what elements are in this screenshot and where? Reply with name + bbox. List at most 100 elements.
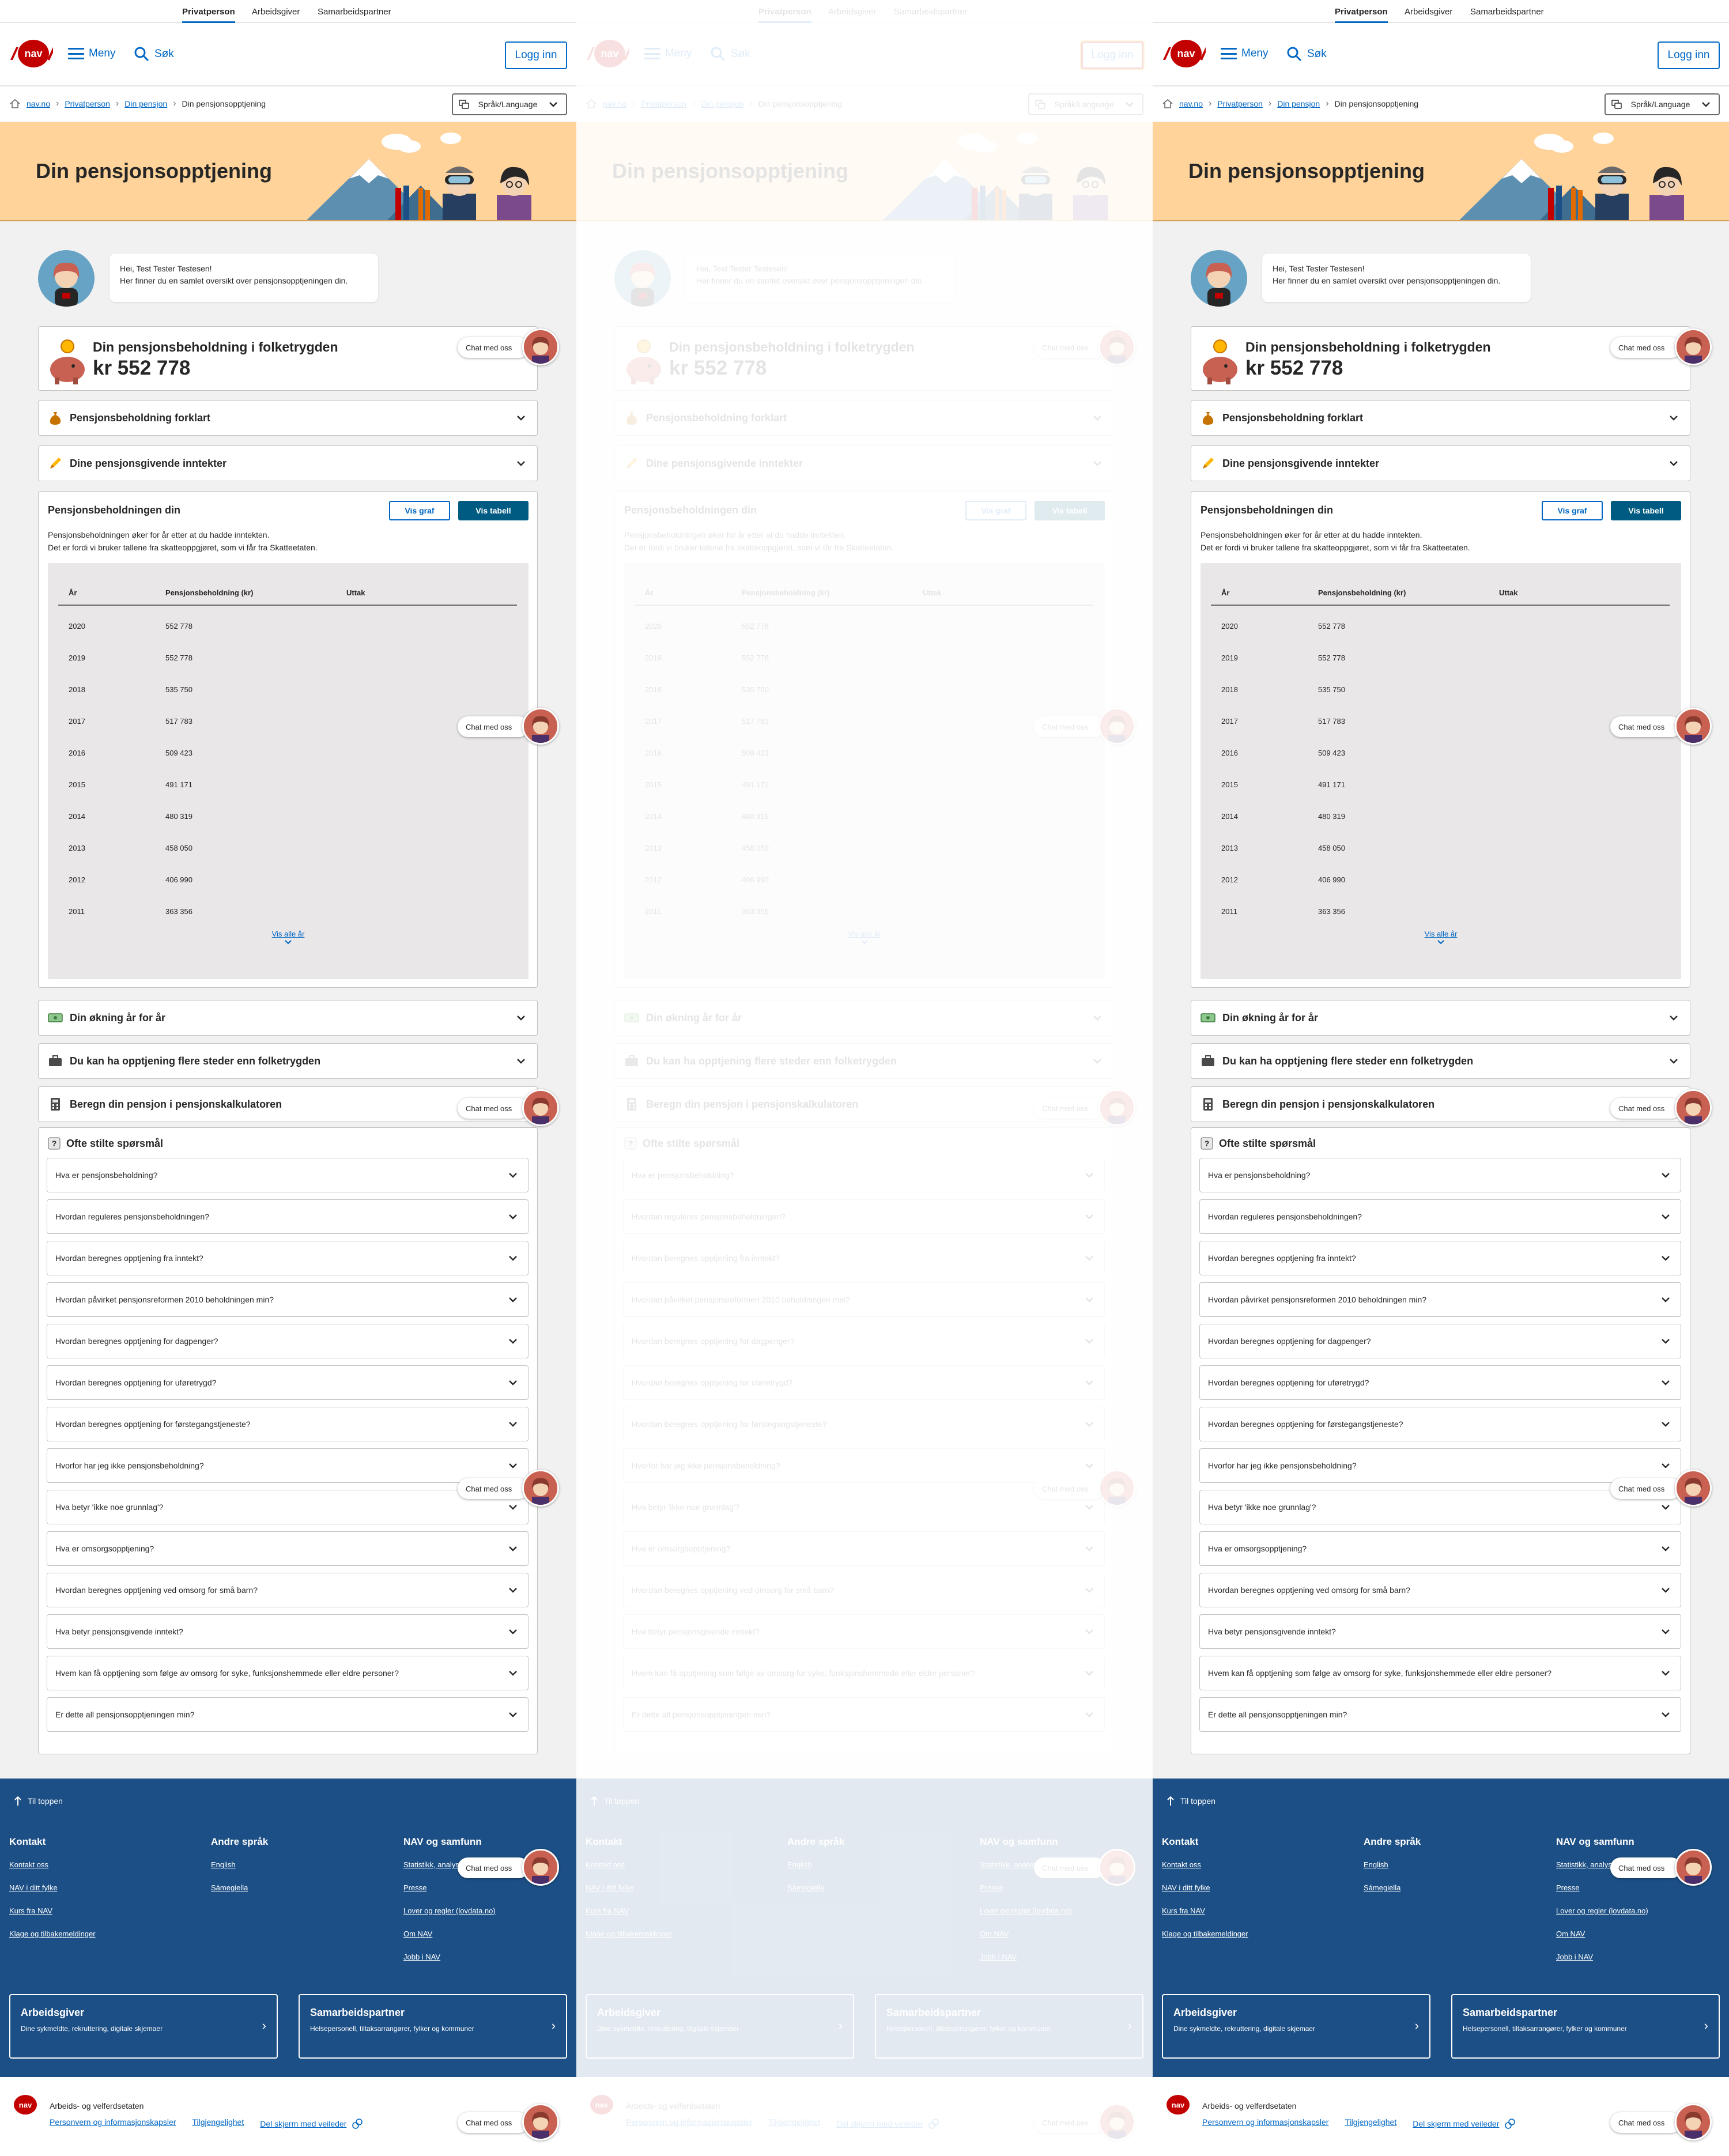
faq-item[interactable]: Hvordan beregnes opptjening for uføretry… xyxy=(47,1365,528,1400)
footer-link-about[interactable]: Om NAV xyxy=(980,1930,1072,1938)
footer-employer-box[interactable]: Arbeidsgiver Dine sykmeldte, rekrutterin… xyxy=(9,1994,278,2059)
footer-link-sami[interactable]: Sámegiella xyxy=(1364,1883,1421,1892)
chat-widget[interactable]: Chat med oss xyxy=(1610,2104,1714,2142)
chat-widget[interactable]: Chat med oss xyxy=(1610,329,1714,367)
search-button[interactable]: Søk xyxy=(1286,46,1327,62)
language-select[interactable]: Språk/Language xyxy=(1028,93,1143,115)
show-graph-button[interactable]: Vis graf xyxy=(389,501,450,520)
faq-item[interactable]: Hva er omsorgsopptjening? xyxy=(47,1531,528,1566)
breadcrumb-din-pensjon[interactable]: Din pensjon xyxy=(124,99,167,108)
chat-widget[interactable]: Chat med oss xyxy=(458,708,561,746)
faq-item[interactable]: Er dette all pensjonsopptjeningen min? xyxy=(623,1697,1105,1732)
nav-logo[interactable]: nav xyxy=(584,39,629,68)
accessibility-link[interactable]: Tilgjengelighet xyxy=(192,2117,244,2130)
topnav-arbeidsgiver[interactable]: Arbeidsgiver xyxy=(1405,7,1452,17)
faq-item[interactable]: Hva betyr 'ikke noe grunnlag'? xyxy=(47,1490,528,1524)
footer-link-jobs[interactable]: Jobb i NAV xyxy=(980,1953,1072,1961)
chat-button[interactable]: Chat med oss xyxy=(1610,1857,1682,1878)
faq-item[interactable]: Hva er pensjonsbeholdning? xyxy=(1199,1158,1681,1192)
chat-button[interactable]: Chat med oss xyxy=(1610,1478,1682,1499)
footer-link-about[interactable]: Om NAV xyxy=(1556,1930,1648,1938)
faq-item[interactable]: Hvem kan få opptjening som følge av omso… xyxy=(47,1656,528,1690)
chat-button[interactable]: Chat med oss xyxy=(1610,2112,1682,2133)
accordion-explained[interactable]: Pensjonsbeholdning forklart xyxy=(1191,400,1690,436)
faq-item[interactable]: Hvordan beregnes opptjening for uføretry… xyxy=(1199,1365,1681,1400)
login-button[interactable]: Logg inn xyxy=(1081,41,1143,69)
to-top-link[interactable]: Til toppen xyxy=(1166,1796,1215,1806)
show-table-button[interactable]: Vis tabell xyxy=(1035,501,1105,520)
faq-item[interactable]: Hvordan beregnes opptjening for dagpenge… xyxy=(47,1324,528,1358)
chat-widget[interactable]: Chat med oss xyxy=(458,2104,561,2142)
chat-widget[interactable]: Chat med oss xyxy=(458,1089,561,1127)
topnav-privatperson[interactable]: Privatperson xyxy=(182,7,235,23)
breadcrumb-navno[interactable]: nav.no xyxy=(603,99,626,108)
footer-link-contact-us[interactable]: Kontakt oss xyxy=(586,1860,672,1869)
faq-item[interactable]: Hvorfor har jeg ikke pensjonsbeholdning? xyxy=(47,1448,528,1483)
faq-item[interactable]: Hva betyr pensjonsgivende inntekt? xyxy=(1199,1614,1681,1649)
chat-widget[interactable]: Chat med oss xyxy=(458,329,561,367)
footer-partner-box[interactable]: Samarbeidspartner Helsepersonell, tiltak… xyxy=(1451,1994,1720,2059)
accordion-elsewhere[interactable]: Du kan ha opptjening flere steder enn fo… xyxy=(1191,1043,1690,1079)
menu-button[interactable]: Meny xyxy=(68,47,115,60)
chat-widget[interactable]: Chat med oss xyxy=(1610,1089,1714,1127)
footer-partner-box[interactable]: Samarbeidspartner Helsepersonell, tiltak… xyxy=(299,1994,567,2059)
accordion-elsewhere[interactable]: Du kan ha opptjening flere steder enn fo… xyxy=(38,1043,538,1079)
accordion-explained[interactable]: Pensjonsbeholdning forklart xyxy=(614,400,1114,436)
footer-link-sami[interactable]: Sámegiella xyxy=(211,1883,268,1892)
faq-item[interactable]: Hvordan påvirket pensjonsreformen 2010 b… xyxy=(1199,1282,1681,1317)
chat-widget[interactable]: Chat med oss xyxy=(458,1470,561,1508)
footer-link-contact-us[interactable]: Kontakt oss xyxy=(9,1860,96,1869)
footer-link-sami[interactable]: Sámegiella xyxy=(787,1883,844,1892)
faq-item[interactable]: Hva betyr pensjonsgivende inntekt? xyxy=(623,1614,1105,1649)
footer-link-contact-us[interactable]: Kontakt oss xyxy=(1162,1860,1248,1869)
footer-link-jobs[interactable]: Jobb i NAV xyxy=(403,1953,496,1961)
show-graph-button[interactable]: Vis graf xyxy=(1542,501,1603,520)
chat-button[interactable]: Chat med oss xyxy=(1034,1857,1105,1878)
accordion-explained[interactable]: Pensjonsbeholdning forklart xyxy=(38,400,538,436)
breadcrumb-din-pensjon[interactable]: Din pensjon xyxy=(701,99,743,108)
footer-link-complaints[interactable]: Klage og tilbakemeldinger xyxy=(9,1930,96,1938)
chat-button[interactable]: Chat med oss xyxy=(458,337,529,358)
accordion-income[interactable]: Dine pensjonsgivende inntekter xyxy=(614,445,1114,481)
chat-widget[interactable]: Chat med oss xyxy=(1034,1849,1138,1887)
footer-link-courses[interactable]: Kurs fra NAV xyxy=(586,1906,672,1915)
chat-button[interactable]: Chat med oss xyxy=(1034,1478,1105,1499)
breadcrumb-privatperson[interactable]: Privatperson xyxy=(641,99,686,108)
footer-link-english[interactable]: English xyxy=(211,1860,268,1869)
to-top-link[interactable]: Til toppen xyxy=(14,1796,63,1806)
privacy-link[interactable]: Personvern og informasjonskapsler xyxy=(50,2117,176,2130)
accordion-income[interactable]: Dine pensjonsgivende inntekter xyxy=(1191,445,1690,481)
menu-button[interactable]: Meny xyxy=(1221,47,1268,60)
faq-item[interactable]: Hva betyr 'ikke noe grunnlag'? xyxy=(623,1490,1105,1524)
chat-button[interactable]: Chat med oss xyxy=(458,1478,529,1499)
show-graph-button[interactable]: Vis graf xyxy=(965,501,1026,520)
share-screen-link[interactable]: Del skjerm med veileder xyxy=(1413,2117,1516,2130)
chat-widget[interactable]: Chat med oss xyxy=(458,1849,561,1887)
topnav-samarbeidspartner[interactable]: Samarbeidspartner xyxy=(318,7,391,17)
accordion-elsewhere[interactable]: Du kan ha opptjening flere steder enn fo… xyxy=(614,1043,1114,1079)
faq-item[interactable]: Hvordan beregnes opptjening for førstega… xyxy=(1199,1407,1681,1441)
breadcrumb-privatperson[interactable]: Privatperson xyxy=(1217,99,1263,108)
faq-item[interactable]: Hvordan beregnes opptjening for dagpenge… xyxy=(1199,1324,1681,1358)
language-select[interactable]: Språk/Language xyxy=(452,93,567,115)
chat-button[interactable]: Chat med oss xyxy=(1610,716,1682,737)
language-select[interactable]: Språk/Language xyxy=(1605,93,1720,115)
chat-widget[interactable]: Chat med oss xyxy=(1610,708,1714,746)
footer-link-english[interactable]: English xyxy=(1364,1860,1421,1869)
topnav-privatperson[interactable]: Privatperson xyxy=(1335,7,1388,23)
chat-button[interactable]: Chat med oss xyxy=(458,716,529,737)
faq-item[interactable]: Hva betyr pensjonsgivende inntekt? xyxy=(47,1614,528,1649)
show-all-years-link[interactable]: Vis alle år xyxy=(1201,930,1681,948)
nav-logo[interactable]: nav xyxy=(8,39,53,68)
footer-link-laws[interactable]: Lover og regler (lovdata.no) xyxy=(1556,1906,1648,1915)
faq-item[interactable]: Hvordan beregnes opptjening ved omsorg f… xyxy=(623,1573,1105,1607)
footer-employer-box[interactable]: Arbeidsgiver Dine sykmeldte, rekrutterin… xyxy=(586,1994,854,2059)
search-button[interactable]: Søk xyxy=(710,46,750,62)
faq-item[interactable]: Hvordan påvirket pensjonsreformen 2010 b… xyxy=(47,1282,528,1317)
topnav-arbeidsgiver[interactable]: Arbeidsgiver xyxy=(252,7,300,17)
to-top-link[interactable]: Til toppen xyxy=(590,1796,639,1806)
nav-logo[interactable]: nav xyxy=(1161,39,1206,68)
chat-widget[interactable]: Chat med oss xyxy=(1610,1470,1714,1508)
footer-link-about[interactable]: Om NAV xyxy=(403,1930,496,1938)
faq-item[interactable]: Hvordan beregnes opptjening fra inntekt? xyxy=(1199,1241,1681,1275)
